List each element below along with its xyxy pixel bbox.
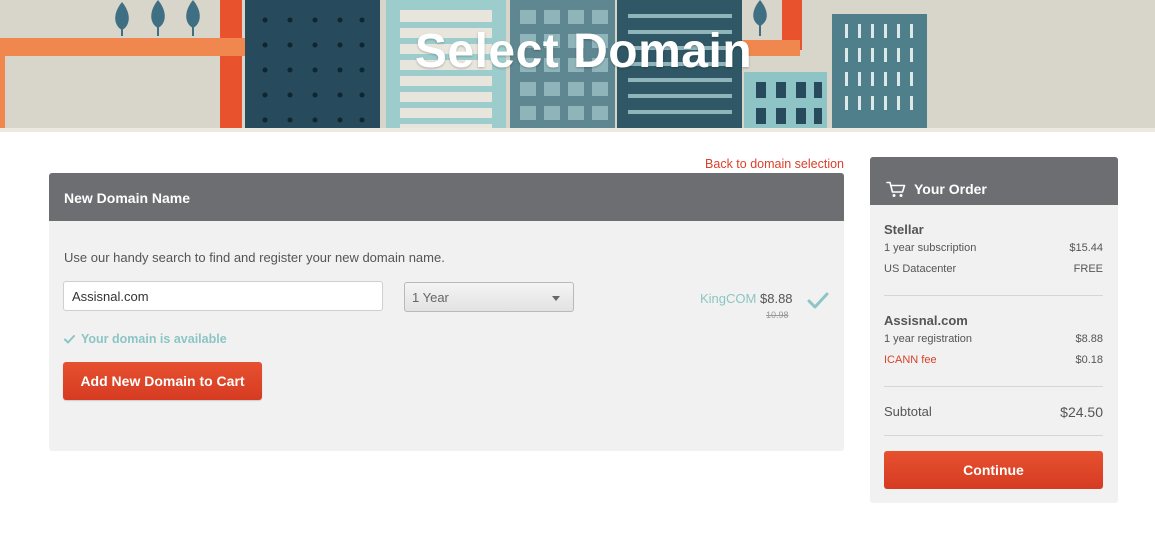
subtotal-label: Subtotal (884, 404, 932, 419)
continue-button[interactable]: Continue (884, 451, 1103, 489)
order-line-label: 1 year registration (884, 333, 973, 345)
order-line-amount: FREE (1073, 263, 1103, 275)
plan-section: Stellar 1 year subscription $15.44 US Da… (884, 222, 1103, 275)
order-line-label: US Datacenter (884, 263, 957, 275)
divider (884, 386, 1103, 387)
domain-section: Assisnal.com 1 year registration $8.88 I… (884, 313, 1103, 366)
icann-fee-link[interactable]: ICANN fee (884, 354, 937, 366)
domain-name-input[interactable] (63, 281, 383, 311)
cart-icon (886, 181, 906, 197)
order-line: ICANN fee $0.18 (884, 354, 1103, 366)
page-title: Select Domain (414, 25, 753, 78)
check-icon (64, 335, 75, 344)
order-line: 1 year registration $8.88 (884, 333, 1103, 345)
domain-price: $8.88 (760, 291, 793, 306)
order-line-label: 1 year subscription (884, 242, 977, 254)
order-domain-name: Assisnal.com (884, 313, 968, 328)
plan-name: Stellar (884, 222, 924, 237)
hero-banner: Select Domain (0, 0, 1155, 132)
availability-status: Your domain is available (64, 332, 227, 346)
term-select[interactable]: 1 Year (404, 282, 574, 312)
add-domain-to-cart-button[interactable]: Add New Domain to Cart (63, 362, 262, 400)
order-header: Your Order (870, 157, 1118, 205)
subtotal-row: Subtotal $24.50 (884, 404, 1103, 420)
order-line: US Datacenter FREE (884, 263, 1103, 275)
domain-old-price: 10.98 (766, 310, 789, 320)
back-to-domain-selection-link[interactable]: Back to domain selection (660, 157, 844, 171)
panel-header: New Domain Name (49, 173, 844, 221)
panel-intro-text: Use our handy search to find and registe… (64, 250, 445, 265)
order-line: 1 year subscription $15.44 (884, 242, 1103, 254)
availability-text: Your domain is available (81, 332, 227, 346)
divider (884, 295, 1103, 296)
check-icon (807, 292, 829, 309)
chevron-down-icon (552, 296, 560, 301)
term-select-value: 1 Year (412, 290, 449, 305)
order-line-amount: $0.18 (1075, 354, 1103, 366)
registrar-name: KingCOM (700, 291, 757, 306)
order-line-amount: $8.88 (1075, 333, 1103, 345)
new-domain-panel: New Domain Name Use our handy search to … (49, 173, 844, 451)
order-line-amount: $15.44 (1069, 242, 1103, 254)
subtotal-amount: $24.50 (1060, 404, 1103, 420)
order-summary-panel: Your Order Stellar 1 year subscription $… (870, 157, 1118, 503)
order-header-title: Your Order (914, 181, 987, 197)
divider (884, 435, 1103, 436)
